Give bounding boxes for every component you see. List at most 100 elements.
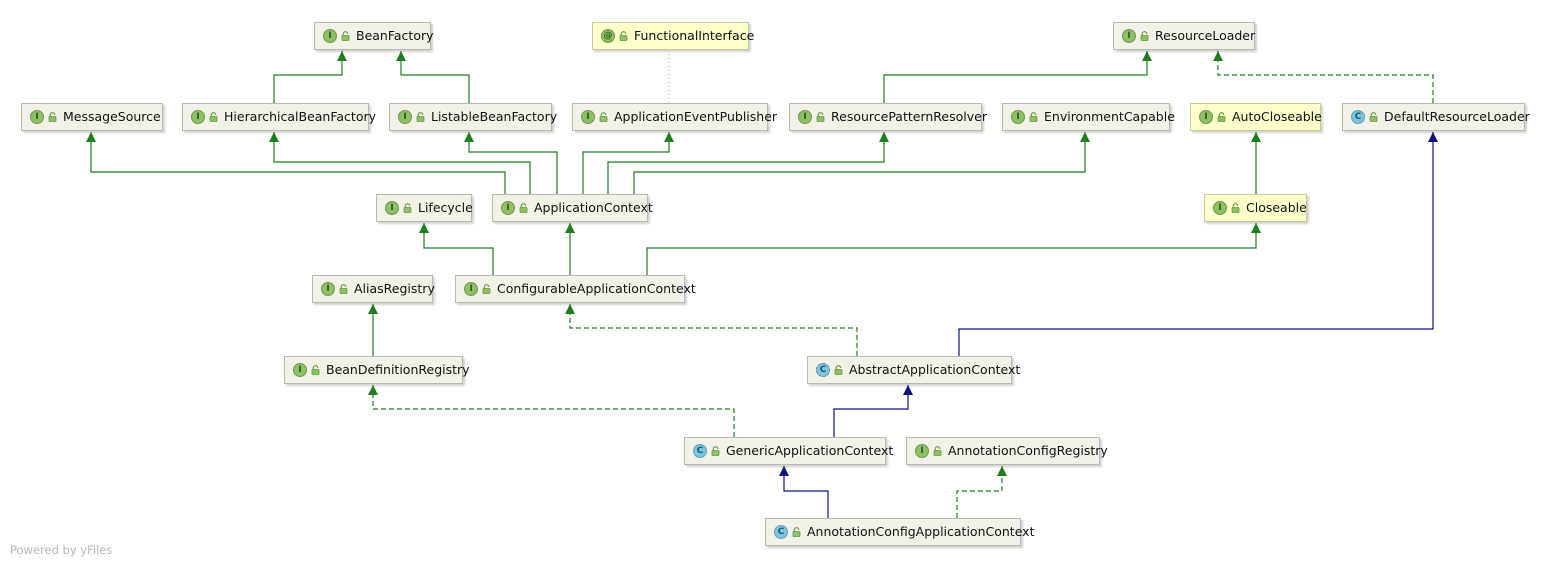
- node-label: GenericApplicationContext: [726, 442, 894, 458]
- node-label: AliasRegistry: [354, 280, 435, 296]
- class-hierarchy-diagram: I BeanFactory @ FunctionalInterface I Resou…: [0, 0, 1545, 567]
- node-label: ApplicationContext: [534, 199, 653, 215]
- interface-icon: I: [385, 201, 399, 215]
- interface-icon: I: [30, 110, 44, 124]
- node-label: HierarchicalBeanFactory: [224, 108, 377, 124]
- edge-annotation-config-application-context-to-annotation-config-registry: [956, 466, 1007, 518]
- node-annotation-config-application-context[interactable]: C AnnotationConfigApplicationContext: [765, 518, 1034, 546]
- interface-icon: I: [1122, 29, 1136, 43]
- node-resource-pattern-resolver[interactable]: I ResourcePatternResolver: [789, 103, 987, 131]
- public-visibility-icon: [482, 284, 491, 294]
- node-application-event-publisher[interactable]: I ApplicationEventPublisher: [572, 103, 777, 131]
- interface-icon: I: [1213, 201, 1227, 215]
- node-label: AbstractApplicationContext: [849, 361, 1021, 377]
- powered-by-watermark: Powered by yFiles: [10, 543, 113, 557]
- node-alias-registry[interactable]: I AliasRegistry: [312, 275, 435, 303]
- node-default-resource-loader[interactable]: C DefaultResourceLoader: [1342, 103, 1530, 131]
- node-lifecycle[interactable]: I Lifecycle: [376, 194, 473, 222]
- node-label: AutoCloseable: [1232, 108, 1322, 124]
- edge-resource-pattern-resolver-to-resource-loader: [883, 51, 1152, 103]
- node-listable-bean-factory[interactable]: I ListableBeanFactory: [389, 103, 557, 131]
- node-label: EnvironmentCapable: [1044, 108, 1175, 124]
- edge-application-context-to-message-source: [86, 132, 506, 194]
- edge-application-context-to-listable-bean-factory: [464, 132, 558, 194]
- edge-generic-application-context-to-abstract-application-context: [833, 385, 913, 437]
- node-label: BeanDefinitionRegistry: [326, 361, 470, 377]
- class-icon: C: [774, 525, 788, 539]
- interface-icon: I: [321, 282, 335, 296]
- public-visibility-icon: [711, 446, 720, 456]
- public-visibility-icon: [48, 112, 57, 122]
- node-bean-definition-registry[interactable]: I BeanDefinitionRegistry: [284, 356, 470, 384]
- public-visibility-icon: [1140, 31, 1149, 41]
- edge-abstract-application-context-to-configurable-application-context: [565, 304, 858, 356]
- node-closeable[interactable]: I Closeable: [1204, 194, 1307, 222]
- node-label: ResourcePatternResolver: [831, 108, 987, 124]
- edge-annotation-config-application-context-to-generic-application-context: [779, 466, 829, 518]
- interface-icon: I: [915, 444, 929, 458]
- edge-generic-application-context-to-bean-definition-registry: [368, 385, 735, 437]
- node-resource-loader[interactable]: I ResourceLoader: [1113, 22, 1255, 50]
- public-visibility-icon: [619, 31, 628, 41]
- edge-application-context-to-application-event-publisher: [582, 132, 674, 194]
- node-label: Closeable: [1246, 199, 1307, 215]
- node-environment-capable[interactable]: I EnvironmentCapable: [1002, 103, 1175, 131]
- interface-icon: I: [798, 110, 812, 124]
- class-icon: C: [1351, 110, 1365, 124]
- node-label: BeanFactory: [356, 27, 434, 43]
- edge-configurable-application-context-to-lifecycle: [419, 223, 494, 275]
- interface-icon: I: [323, 29, 337, 43]
- public-visibility-icon: [1231, 203, 1240, 213]
- node-message-source[interactable]: I MessageSource: [21, 103, 163, 131]
- node-configurable-application-context[interactable]: I ConfigurableApplicationContext: [455, 275, 696, 303]
- edge-application-context-to-resource-pattern-resolver: [607, 132, 889, 194]
- interface-icon: I: [293, 363, 307, 377]
- public-visibility-icon: [339, 284, 348, 294]
- public-visibility-icon: [1029, 112, 1038, 122]
- edge-configurable-application-context-to-closeable: [646, 223, 1261, 275]
- public-visibility-icon: [816, 112, 825, 122]
- public-visibility-icon: [933, 446, 942, 456]
- interface-icon: I: [1199, 110, 1213, 124]
- node-hierarchical-bean-factory[interactable]: I HierarchicalBeanFactory: [182, 103, 376, 131]
- node-label: ResourceLoader: [1155, 27, 1256, 43]
- node-label: FunctionalInterface: [634, 27, 755, 43]
- public-visibility-icon: [209, 112, 218, 122]
- node-generic-application-context[interactable]: C GenericApplicationContext: [684, 437, 893, 465]
- public-visibility-icon: [1217, 112, 1226, 122]
- node-label: ConfigurableApplicationContext: [497, 280, 696, 296]
- node-label: DefaultResourceLoader: [1384, 108, 1530, 124]
- node-label: Lifecycle: [418, 199, 473, 215]
- edges-layer: [86, 51, 1438, 518]
- interface-icon: I: [581, 110, 595, 124]
- node-label: AnnotationConfigRegistry: [948, 442, 1108, 458]
- interface-icon: I: [464, 282, 478, 296]
- node-bean-factory[interactable]: I BeanFactory: [314, 22, 434, 50]
- public-visibility-icon: [599, 112, 608, 122]
- class-icon: C: [693, 444, 707, 458]
- edge-application-context-to-hierarchical-bean-factory: [269, 132, 531, 194]
- interface-icon: I: [1011, 110, 1025, 124]
- node-abstract-application-context[interactable]: C AbstractApplicationContext: [807, 356, 1020, 384]
- edge-abstract-application-context-to-default-resource-loader: [958, 132, 1438, 356]
- node-annotation-config-registry[interactable]: I AnnotationConfigRegistry: [906, 437, 1108, 465]
- edge-hierarchical-bean-factory-to-bean-factory: [273, 51, 347, 103]
- node-label: ApplicationEventPublisher: [614, 108, 778, 124]
- public-visibility-icon: [834, 365, 843, 375]
- public-visibility-icon: [792, 527, 801, 537]
- interface-icon: I: [398, 110, 412, 124]
- node-application-context[interactable]: I ApplicationContext: [492, 194, 653, 222]
- annotation-icon: @: [601, 29, 615, 43]
- public-visibility-icon: [403, 203, 412, 213]
- node-auto-closeable[interactable]: I AutoCloseable: [1190, 103, 1322, 131]
- abstract-class-icon: C: [816, 363, 830, 377]
- node-functional-interface[interactable]: @ FunctionalInterface: [592, 22, 754, 50]
- public-visibility-icon: [416, 112, 425, 122]
- node-label: AnnotationConfigApplicationContext: [807, 523, 1035, 539]
- interface-icon: I: [191, 110, 205, 124]
- node-label: MessageSource: [63, 108, 161, 124]
- public-visibility-icon: [311, 365, 320, 375]
- edge-default-resource-loader-to-resource-loader: [1213, 51, 1434, 103]
- interface-icon: I: [501, 201, 515, 215]
- public-visibility-icon: [519, 203, 528, 213]
